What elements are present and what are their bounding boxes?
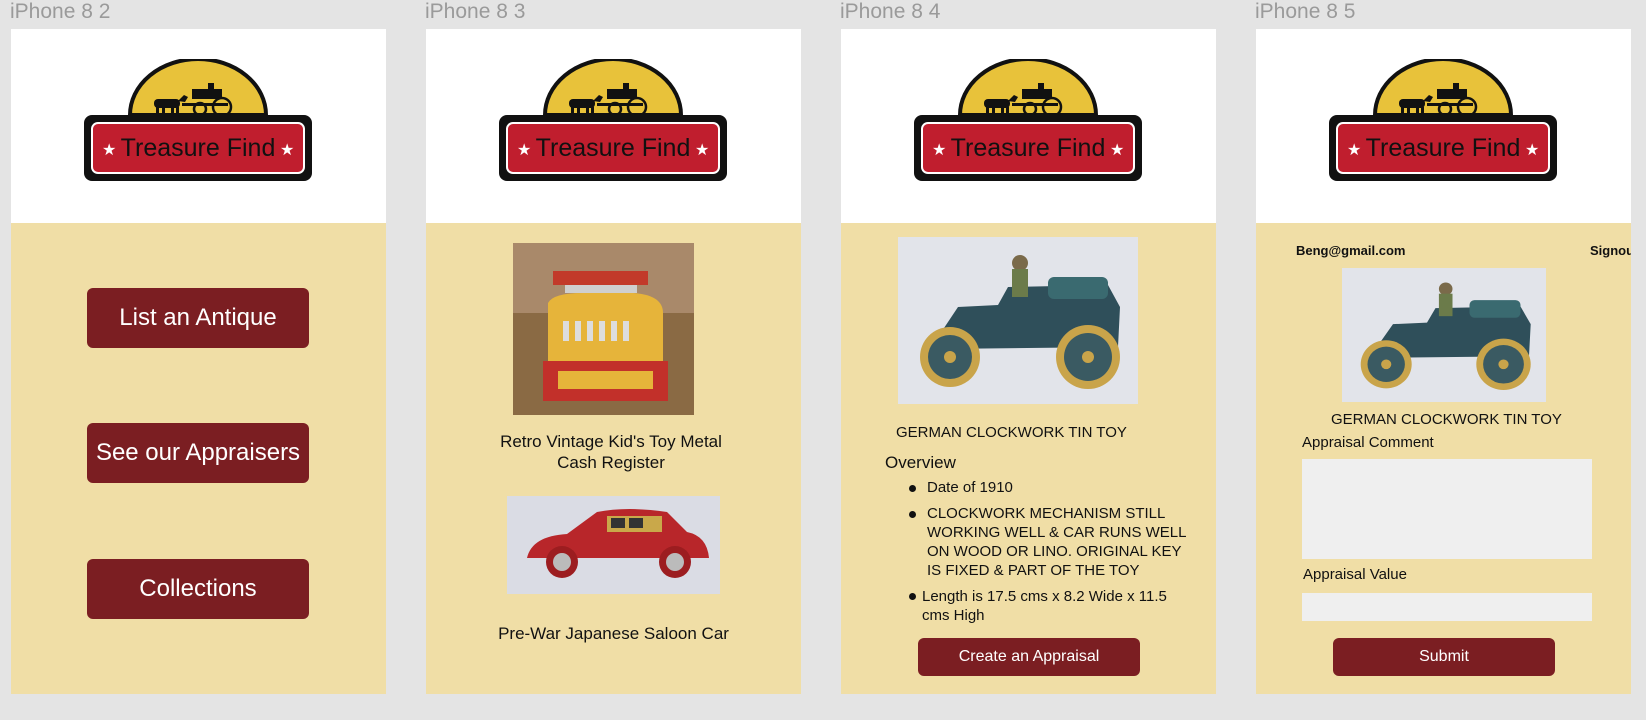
- svg-text:★: ★: [102, 140, 116, 159]
- list-antique-button[interactable]: List an Antique: [87, 288, 309, 348]
- svg-text:★: ★: [1525, 140, 1539, 159]
- svg-text:★: ★: [932, 140, 946, 159]
- detail-bullet-3: Length is 17.5 cms x 8.2 Wide x 11.5 cms…: [922, 588, 1167, 624]
- app-header: ★ ★ Treasure Find: [1256, 29, 1631, 223]
- svg-text:★: ★: [1110, 140, 1124, 159]
- comment-label: Appraisal Comment: [1302, 434, 1434, 451]
- overview-heading: Overview: [885, 453, 956, 472]
- treasure-find-logo: ★ ★ Treasure Find: [914, 59, 1142, 181]
- value-label: Appraisal Value: [1303, 566, 1407, 583]
- frame-label-4: iPhone 8 5: [1255, 0, 1356, 23]
- create-appraisal-button[interactable]: Create an Appraisal: [918, 638, 1140, 676]
- collections-button[interactable]: Collections: [87, 559, 309, 619]
- logo-text: Treasure Find: [951, 134, 1106, 162]
- appraisal-comment-field[interactable]: [1302, 459, 1592, 559]
- phone-detail-screen: ★ ★ Treasure Find GERMAN CLOCKWORK TIN T…: [841, 29, 1216, 694]
- logo-text: Treasure Find: [536, 134, 691, 162]
- detail-bullet-2: CLOCKWORK MECHANISM STILL WORKING WELL &…: [927, 505, 1186, 579]
- treasure-find-logo: ★ ★ Treasure Find: [1329, 59, 1557, 181]
- tin-toy-photo: [1342, 268, 1546, 402]
- saloon-car-photo[interactable]: [507, 496, 720, 594]
- svg-text:★: ★: [280, 140, 294, 159]
- treasure-find-logo: ★ ★ Treasure Find: [84, 59, 312, 181]
- item-title-cash-register[interactable]: Retro Vintage Kid's Toy Metal Cash Regis…: [486, 431, 736, 473]
- frame-label-3: iPhone 8 4: [840, 0, 941, 23]
- cash-register-photo[interactable]: [513, 243, 694, 415]
- appraisal-item-title: GERMAN CLOCKWORK TIN TOY: [1331, 411, 1562, 428]
- svg-text:★: ★: [517, 140, 531, 159]
- app-header: ★ ★ Treasure Find: [11, 29, 386, 223]
- phone-home-screen: ★ ★ Treasure Find List an Antique See ou…: [11, 29, 386, 694]
- see-appraisers-button[interactable]: See our Appraisers: [87, 423, 309, 483]
- signout-link[interactable]: Signout: [1590, 243, 1631, 258]
- bullet-icon: [909, 511, 916, 518]
- phone-listing-screen: ★ ★ Treasure Find Retro Vintage Kid's To…: [426, 29, 801, 694]
- svg-text:★: ★: [1347, 140, 1361, 159]
- app-header: ★ ★ Treasure Find: [841, 29, 1216, 223]
- frame-label-2: iPhone 8 3: [425, 0, 526, 23]
- detail-bullet-1: Date of 1910: [927, 479, 1013, 496]
- submit-button[interactable]: Submit: [1333, 638, 1555, 676]
- svg-text:★: ★: [695, 140, 709, 159]
- logo-text: Treasure Find: [1366, 134, 1521, 162]
- bullet-icon: [909, 485, 916, 492]
- app-header: ★ ★ Treasure Find: [426, 29, 801, 223]
- frame-label-1: iPhone 8 2: [10, 0, 111, 23]
- bullet-icon: [909, 593, 916, 600]
- appraisal-value-field[interactable]: [1302, 593, 1592, 621]
- phone-appraisal-screen: ★ ★ Treasure Find Beng@gmail.com Signout…: [1256, 29, 1631, 694]
- tin-toy-photo: [898, 237, 1138, 404]
- item-title-saloon-car[interactable]: Pre-War Japanese Saloon Car: [471, 624, 756, 644]
- logo-text: Treasure Find: [121, 134, 276, 162]
- treasure-find-logo: ★ ★ Treasure Find: [499, 59, 727, 181]
- detail-title: GERMAN CLOCKWORK TIN TOY: [896, 424, 1127, 441]
- user-email: Beng@gmail.com: [1296, 243, 1406, 258]
